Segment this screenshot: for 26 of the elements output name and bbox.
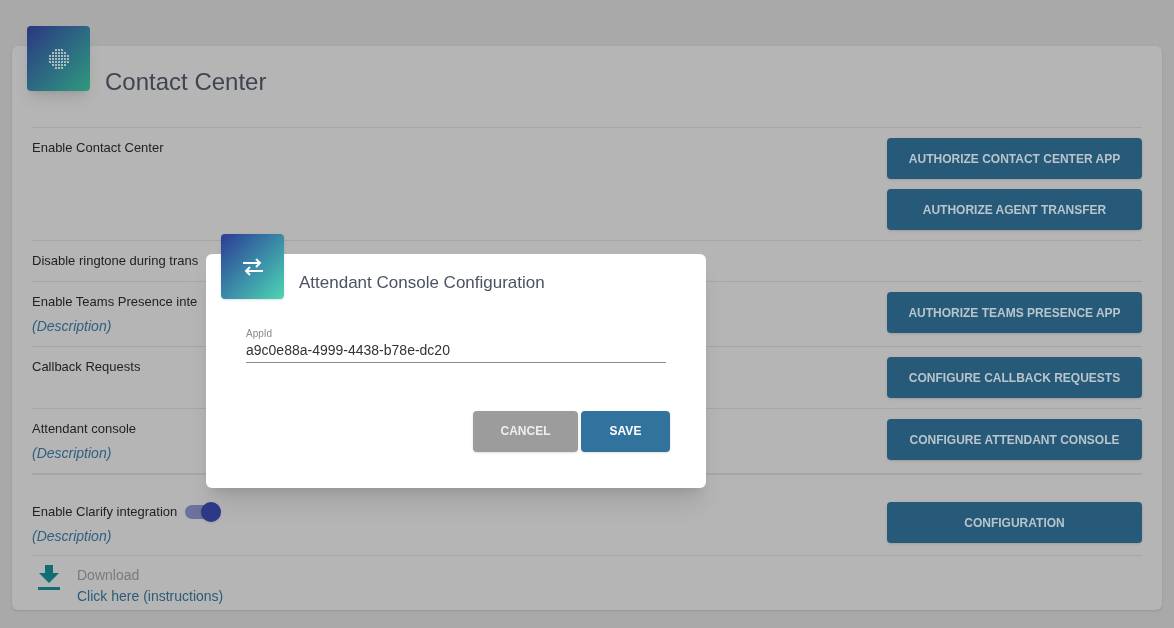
page-title: Contact Center: [105, 67, 267, 97]
setting-label: Enable Teams Presence inte: [32, 293, 198, 311]
setting-description: (Description): [32, 527, 113, 546]
setting-label: Attendant console: [32, 420, 137, 438]
action-button[interactable]: AUTHORIZE CONTACT CENTER APP: [887, 138, 1142, 179]
setting-description: (Description): [32, 444, 113, 463]
action-button[interactable]: AUTHORIZE AGENT TRANSFER: [887, 189, 1142, 230]
setting-label: Enable Contact Center: [32, 139, 164, 157]
action-button[interactable]: CONFIGURE CALLBACK REQUESTS: [887, 357, 1142, 398]
setting-label: Callback Requests: [32, 358, 141, 376]
appid-field[interactable]: a9c0e88a-4999-4438-b78e-dc20: [246, 340, 666, 363]
toggle-switch[interactable]: [185, 502, 222, 522]
action-button[interactable]: CONFIGURATION: [887, 502, 1142, 543]
cancel-button[interactable]: CANCEL: [473, 410, 578, 452]
instructions-link[interactable]: Click here (instructions): [77, 585, 224, 607]
setting-description: (Description): [32, 317, 113, 336]
setting-label: Disable ringtone during trans: [32, 252, 199, 270]
save-button[interactable]: SAVE: [581, 410, 670, 452]
download-icon[interactable]: [38, 565, 60, 591]
action-button[interactable]: CONFIGURE ATTENDANT CONSOLE: [887, 419, 1142, 460]
action-button[interactable]: AUTHORIZE TEAMS PRESENCE APP: [887, 292, 1142, 333]
app-icon: [27, 26, 90, 91]
setting-label: Enable Clarify integration: [32, 503, 178, 521]
field-label: AppId: [246, 326, 274, 341]
download-label: Download: [77, 566, 141, 585]
dialog-title: Attendant Console Configuration: [299, 272, 545, 294]
